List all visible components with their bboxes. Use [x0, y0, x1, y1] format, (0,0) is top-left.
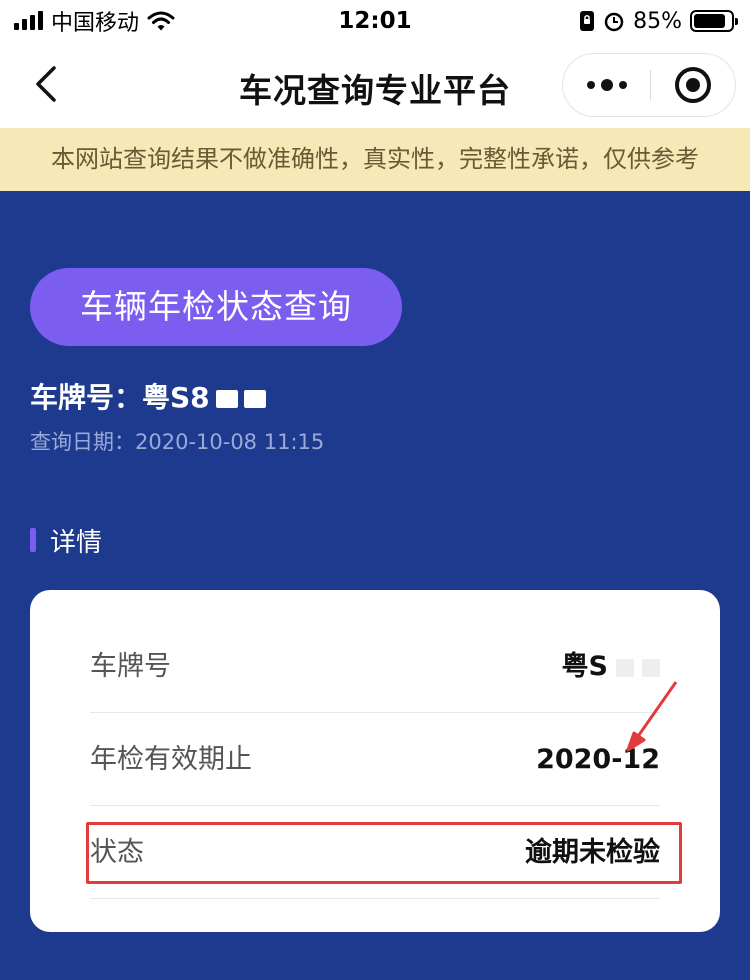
annotation-highlight-box [86, 822, 682, 884]
plate-value: 粤S8 [142, 381, 210, 414]
detail-value: 2020-12 [536, 744, 660, 775]
nav-bar: 车况查询专业平台 [0, 44, 750, 128]
detail-label: 车牌号 [90, 651, 171, 682]
portrait-lock-icon [580, 11, 595, 31]
detail-value-text: 粤S [561, 651, 608, 682]
alarm-icon [604, 12, 624, 32]
section-title: 详情 [50, 527, 103, 558]
redaction-mask [642, 658, 660, 677]
detail-label: 年检有效期止 [90, 744, 252, 775]
query-date-value: 2020-10-08 11:15 [135, 430, 325, 454]
status-right: 85% [579, 8, 738, 34]
status-bar: 中国移动 12:01 85% [0, 0, 750, 44]
details-card: 车牌号 粤S 年检有效期止 2020-12 状态 逾期未检验 [30, 590, 720, 932]
query-date-line: 查询日期：2020-10-08 11:15 [30, 428, 324, 456]
inspection-status-query-button[interactable]: 车辆年检状态查询 [30, 268, 402, 346]
plate-number-line: 车牌号：粤S8 [30, 380, 266, 416]
section-accent-bar [30, 528, 36, 552]
detail-row-expiry: 年检有效期止 2020-12 [90, 713, 660, 806]
redaction-mask [215, 390, 238, 408]
battery-percent: 85% [633, 8, 682, 34]
disclaimer-banner: 本网站查询结果不做准确性，真实性，完整性承诺，仅供参考 [0, 128, 750, 191]
battery-level [694, 14, 725, 28]
mini-program-capsule [562, 53, 736, 117]
detail-row-plate: 车牌号 粤S [90, 620, 660, 713]
details-section-header: 详情 [30, 524, 103, 558]
query-date-label: 查询日期： [30, 430, 135, 454]
redaction-mask [616, 658, 634, 677]
detail-value: 粤S [562, 620, 660, 713]
battery-icon [690, 10, 738, 32]
plate-label: 车牌号： [30, 381, 143, 414]
redaction-mask [243, 390, 266, 408]
close-target-icon[interactable] [675, 67, 711, 103]
capsule-divider [650, 70, 651, 100]
more-icon[interactable] [563, 54, 650, 116]
